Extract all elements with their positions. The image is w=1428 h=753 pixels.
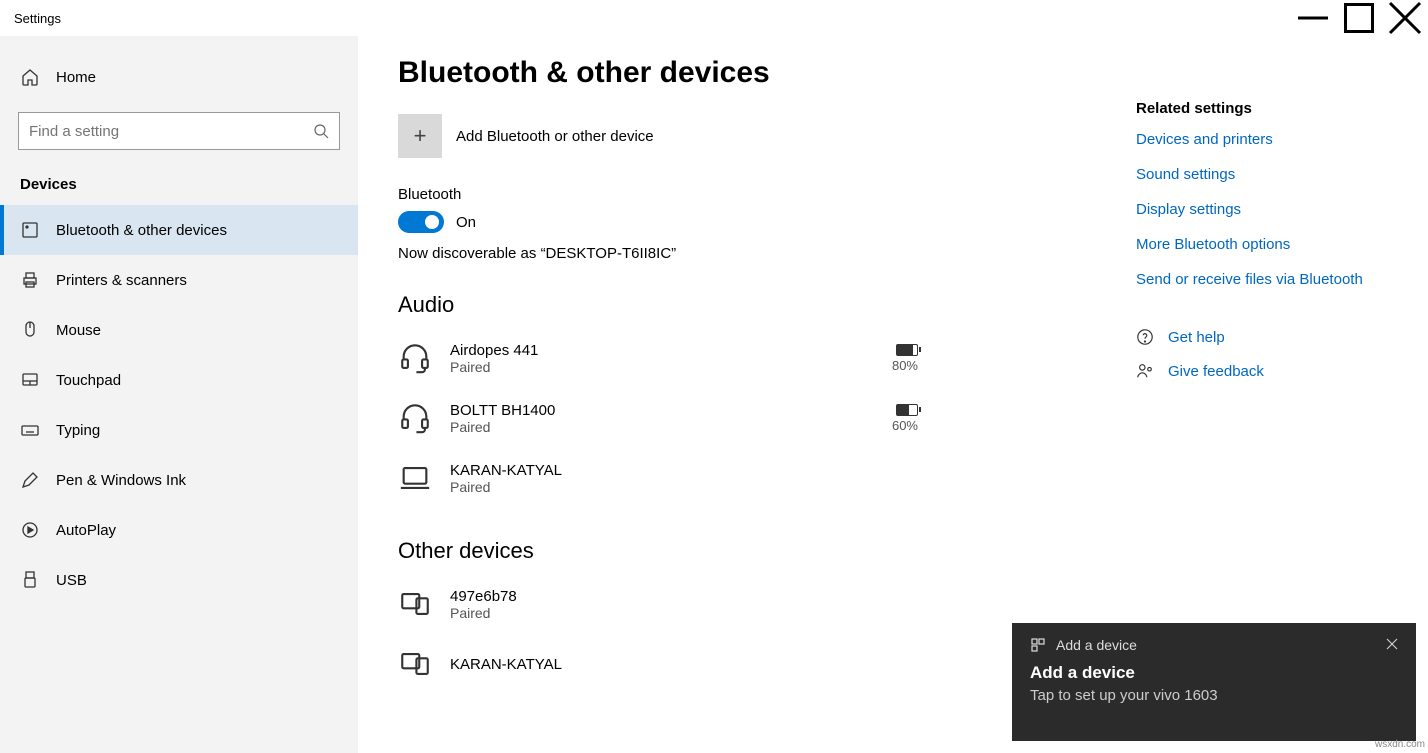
device-status: Paired bbox=[450, 419, 874, 435]
device-status: Paired bbox=[450, 359, 874, 375]
plus-icon: + bbox=[398, 114, 442, 158]
device-name: KARAN-KATYAL bbox=[450, 656, 918, 673]
feedback-label: Give feedback bbox=[1168, 363, 1264, 380]
link-display-settings[interactable]: Display settings bbox=[1136, 201, 1396, 218]
sidebar-item-pen[interactable]: Pen & Windows Ink bbox=[0, 455, 358, 505]
home-button[interactable]: Home bbox=[0, 54, 358, 100]
toast-message: Tap to set up your vivo 1603 bbox=[1030, 687, 1398, 704]
battery-icon bbox=[896, 344, 918, 356]
device-row[interactable]: 497e6b78 Paired bbox=[398, 574, 918, 634]
notification-toast[interactable]: Add a device Add a device Tap to set up … bbox=[1012, 623, 1416, 741]
device-row[interactable]: KARAN-KATYAL bbox=[398, 634, 918, 694]
sidebar-item-label: AutoPlay bbox=[56, 522, 116, 539]
window-controls bbox=[1290, 0, 1428, 36]
sidebar-item-printers[interactable]: Printers & scanners bbox=[0, 255, 358, 305]
toast-app-name: Add a device bbox=[1056, 637, 1137, 653]
help-label: Get help bbox=[1168, 329, 1225, 346]
sidebar: Home Devices Bluetooth & other devices P… bbox=[0, 36, 358, 753]
device-row[interactable]: Airdopes 441 Paired 80% bbox=[398, 328, 918, 388]
device-status: Paired bbox=[450, 605, 918, 621]
sidebar-item-label: Pen & Windows Ink bbox=[56, 472, 186, 489]
bluetooth-devices-icon bbox=[20, 220, 40, 240]
device-row[interactable]: KARAN-KATYAL Paired bbox=[398, 448, 918, 508]
sidebar-item-label: USB bbox=[56, 572, 87, 589]
battery-icon bbox=[896, 404, 918, 416]
battery-percent: 80% bbox=[892, 358, 918, 373]
sidebar-item-mouse[interactable]: Mouse bbox=[0, 305, 358, 355]
toast-title: Add a device bbox=[1030, 663, 1398, 683]
minimize-button[interactable] bbox=[1290, 0, 1336, 36]
toast-close-button[interactable] bbox=[1386, 637, 1398, 653]
sidebar-item-label: Touchpad bbox=[56, 372, 121, 389]
related-heading: Related settings bbox=[1136, 100, 1396, 117]
help-icon bbox=[1136, 328, 1154, 346]
touchpad-icon bbox=[20, 370, 40, 390]
device-status: Paired bbox=[450, 479, 918, 495]
generic-device-icon bbox=[398, 587, 432, 621]
device-row[interactable]: BOLTT BH1400 Paired 60% bbox=[398, 388, 918, 448]
bluetooth-toggle[interactable] bbox=[398, 211, 444, 233]
sidebar-item-label: Printers & scanners bbox=[56, 272, 187, 289]
page-title: Bluetooth & other devices bbox=[398, 56, 1388, 90]
headset-icon bbox=[398, 401, 432, 435]
device-name: 497e6b78 bbox=[450, 588, 918, 605]
autoplay-icon bbox=[20, 520, 40, 540]
search-box[interactable] bbox=[18, 112, 340, 150]
sidebar-item-touchpad[interactable]: Touchpad bbox=[0, 355, 358, 405]
device-name: Airdopes 441 bbox=[450, 342, 874, 359]
sidebar-item-autoplay[interactable]: AutoPlay bbox=[0, 505, 358, 555]
sidebar-item-bluetooth[interactable]: Bluetooth & other devices bbox=[0, 205, 358, 255]
usb-icon bbox=[20, 570, 40, 590]
other-devices-heading: Other devices bbox=[398, 538, 1388, 564]
link-more-bluetooth[interactable]: More Bluetooth options bbox=[1136, 236, 1396, 253]
sidebar-item-typing[interactable]: Typing bbox=[0, 405, 358, 455]
related-settings: Related settings Devices and printers So… bbox=[1136, 100, 1396, 396]
search-input[interactable] bbox=[29, 123, 313, 140]
maximize-button[interactable] bbox=[1336, 0, 1382, 36]
sidebar-item-usb[interactable]: USB bbox=[0, 555, 358, 605]
battery-indicator: 80% bbox=[892, 344, 918, 373]
toggle-state: On bbox=[456, 214, 476, 231]
close-button[interactable] bbox=[1382, 0, 1428, 36]
sidebar-item-label: Mouse bbox=[56, 322, 101, 339]
home-label: Home bbox=[56, 69, 96, 86]
watermark: wsxdn.com bbox=[1375, 739, 1425, 750]
link-send-receive-files[interactable]: Send or receive files via Bluetooth bbox=[1136, 271, 1396, 288]
laptop-icon bbox=[398, 461, 432, 495]
printer-icon bbox=[20, 270, 40, 290]
keyboard-icon bbox=[20, 420, 40, 440]
home-icon bbox=[20, 67, 40, 87]
feedback-icon bbox=[1136, 362, 1154, 380]
generic-device-icon bbox=[398, 647, 432, 681]
titlebar: Settings bbox=[0, 0, 1428, 36]
device-name: KARAN-KATYAL bbox=[450, 462, 918, 479]
sidebar-item-label: Bluetooth & other devices bbox=[56, 222, 227, 239]
device-name: BOLTT BH1400 bbox=[450, 402, 874, 419]
window-title: Settings bbox=[0, 11, 1290, 26]
sidebar-section-label: Devices bbox=[0, 166, 358, 205]
give-feedback-button[interactable]: Give feedback bbox=[1136, 362, 1396, 380]
battery-indicator: 60% bbox=[892, 404, 918, 433]
get-help-button[interactable]: Get help bbox=[1136, 328, 1396, 346]
link-devices-printers[interactable]: Devices and printers bbox=[1136, 131, 1396, 148]
search-icon bbox=[313, 123, 329, 139]
add-device-label: Add Bluetooth or other device bbox=[456, 128, 654, 145]
pen-icon bbox=[20, 470, 40, 490]
headset-icon bbox=[398, 341, 432, 375]
mouse-icon bbox=[20, 320, 40, 340]
sidebar-item-label: Typing bbox=[56, 422, 100, 439]
toast-app-icon bbox=[1030, 637, 1046, 653]
link-sound-settings[interactable]: Sound settings bbox=[1136, 166, 1396, 183]
battery-percent: 60% bbox=[892, 418, 918, 433]
